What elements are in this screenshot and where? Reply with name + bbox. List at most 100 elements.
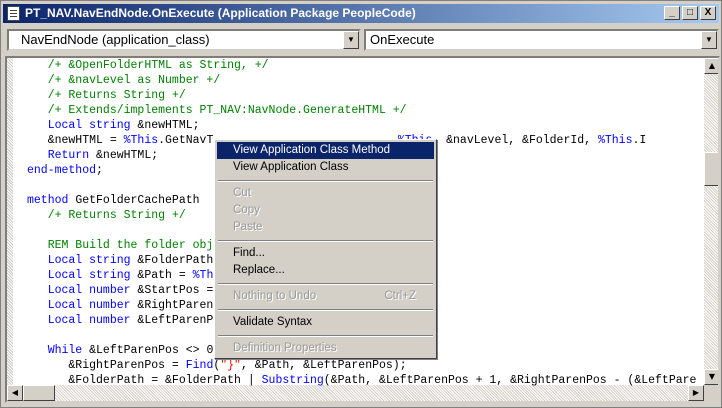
code-token: Local string xyxy=(27,269,138,282)
code-line: Return &newHTML; xyxy=(27,148,158,163)
menu-item-label: Paste xyxy=(233,221,263,233)
scroll-up-button[interactable]: ▲ xyxy=(704,58,718,74)
minimize-button[interactable]: _ xyxy=(664,6,680,20)
code-token: &newHTML; xyxy=(137,119,200,132)
code-token: GetFolderCachePath xyxy=(75,194,200,207)
code-line: &RightParenPos = Find("}", &Path, &LeftP… xyxy=(27,358,407,373)
window-title: PT_NAV.NavEndNode.OnExecute (Application… xyxy=(25,6,416,20)
code-token: REM Build the folder obj xyxy=(27,239,214,252)
title-bar[interactable]: PT_NAV.NavEndNode.OnExecute (Application… xyxy=(3,4,719,23)
code-token: Local number xyxy=(27,284,138,297)
menu-item-view-application-class[interactable]: View Application Class xyxy=(217,159,434,176)
context-menu: View Application Class Method View Applic… xyxy=(214,139,437,359)
scroll-down-button[interactable]: ▼ xyxy=(704,369,718,385)
menu-item-label: View Application Class Method xyxy=(233,144,391,156)
code-token: Substring xyxy=(261,374,324,387)
menu-item-view-application-class-method[interactable]: View Application Class Method xyxy=(217,142,434,159)
menu-item-find[interactable]: Find... xyxy=(217,245,434,262)
code-token: /+ &OpenFolderHTML as String, +/ xyxy=(27,59,269,72)
event-dropdown-value: OnExecute xyxy=(370,32,435,47)
code-line: end-method; xyxy=(27,163,103,178)
code-line: /+ &navLevel as Number +/ xyxy=(27,73,221,88)
chevron-down-icon[interactable]: ▼ xyxy=(701,31,717,49)
code-line: /+ &OpenFolderHTML as String, +/ xyxy=(27,58,269,73)
code-token: Local number xyxy=(27,299,138,312)
code-token: Local string xyxy=(27,254,138,267)
code-token: &LeftParenP xyxy=(137,314,214,327)
code-line: /+ Returns String +/ xyxy=(27,208,186,223)
close-button[interactable]: X xyxy=(700,6,716,20)
menu-item-definition-properties: Definition Properties xyxy=(217,340,434,357)
object-dropdown[interactable]: NavEndNode (application_class) ▼ xyxy=(7,29,361,51)
code-token: Local string xyxy=(27,119,138,132)
peoplecode-editor-window: PT_NAV.NavEndNode.OnExecute (Application… xyxy=(0,0,722,408)
code-token: end-method xyxy=(27,164,97,177)
menu-item-label: Nothing to Undo xyxy=(233,290,317,302)
code-token: While xyxy=(27,344,90,357)
menu-item-label: Definition Properties xyxy=(233,342,337,354)
document-icon xyxy=(7,6,20,21)
code-token: %Th xyxy=(192,269,214,282)
menu-item-nothing-to-undo: Nothing to Undo Ctrl+Z xyxy=(217,288,434,305)
code-token: &RightParenPos = xyxy=(27,359,186,372)
menu-item-copy: Copy xyxy=(217,202,434,219)
scroll-left-button[interactable]: ◀ xyxy=(7,385,23,401)
code-token: /+ &navLevel as Number +/ xyxy=(27,74,221,87)
menu-item-validate-syntax[interactable]: Validate Syntax xyxy=(217,314,434,331)
code-line: REM Build the folder obj xyxy=(27,238,214,253)
code-line: &FolderPath = &FolderPath | Substring(&P… xyxy=(27,373,696,388)
menu-item-label: View Application Class xyxy=(233,161,349,173)
menu-separator xyxy=(218,180,433,182)
code-token: ; xyxy=(96,164,103,177)
code-token: (&Path, &LeftParenPos + 1, &RightParenPo… xyxy=(323,374,697,387)
code-token: , &Path, &LeftParenPos); xyxy=(240,359,407,372)
code-token: method xyxy=(27,194,76,207)
code-token: &StartPos = xyxy=(137,284,214,297)
code-line: Local string &Path = %Th xyxy=(27,268,214,283)
vertical-scrollbar[interactable]: ▲ ▼ xyxy=(704,58,718,385)
vertical-scroll-thumb[interactable] xyxy=(704,152,718,186)
code-token: /+ Returns String +/ xyxy=(27,89,186,102)
code-token: &FolderPath xyxy=(137,254,214,267)
event-dropdown[interactable]: OnExecute ▼ xyxy=(364,29,719,51)
code-token: &newHTML = xyxy=(27,134,124,147)
code-token: Find xyxy=(185,359,214,372)
menu-item-label: Find... xyxy=(233,247,265,259)
code-token: &RightParen xyxy=(137,299,214,312)
menu-separator xyxy=(218,309,433,311)
code-token: &Path = xyxy=(137,269,193,282)
code-token: %This xyxy=(123,134,159,147)
code-token: Local number xyxy=(27,314,138,327)
code-line: Local string &newHTML; xyxy=(27,118,200,133)
code-token: .I xyxy=(632,134,647,147)
code-line: /+ Returns String +/ xyxy=(27,88,186,103)
menu-separator xyxy=(218,283,433,285)
menu-item-label: Copy xyxy=(233,204,260,216)
code-line: /+ Extends/implements PT_NAV:NavNode.Gen… xyxy=(27,103,407,118)
code-token: /+ Returns String +/ xyxy=(27,209,186,222)
editor-gutter xyxy=(7,58,13,401)
chevron-down-icon[interactable]: ▼ xyxy=(343,31,359,49)
menu-item-label: Validate Syntax xyxy=(233,316,313,328)
menu-item-label: Cut xyxy=(233,187,251,199)
menu-item-label: Replace... xyxy=(233,264,285,276)
code-token: &newHTML; xyxy=(96,149,159,162)
menu-item-replace[interactable]: Replace... xyxy=(217,262,434,279)
code-token: &LeftParenPos <> 0 xyxy=(89,344,214,357)
code-token: /+ Extends/implements PT_NAV:NavNode.Gen… xyxy=(27,104,407,117)
maximize-button[interactable]: □ xyxy=(682,6,698,20)
code-line: &newHTML = %This.GetNavT xyxy=(27,133,214,148)
code-token: %This xyxy=(597,134,633,147)
code-line: Local number &StartPos = xyxy=(27,283,214,298)
menu-item-paste: Paste xyxy=(217,219,434,236)
code-token: "}" xyxy=(220,359,241,372)
code-token: &FolderPath = &FolderPath | xyxy=(27,374,262,387)
menu-item-cut: Cut xyxy=(217,185,434,202)
code-line: method GetFolderCachePath xyxy=(27,193,200,208)
code-line: Local number &LeftParenP xyxy=(27,313,214,328)
object-dropdown-value: NavEndNode (application_class) xyxy=(21,32,210,47)
code-token: , &navLevel, &FolderId, xyxy=(432,134,598,147)
menu-separator xyxy=(218,240,433,242)
code-line: While &LeftParenPos <> 0 xyxy=(27,343,214,358)
size-grip[interactable] xyxy=(704,385,718,401)
